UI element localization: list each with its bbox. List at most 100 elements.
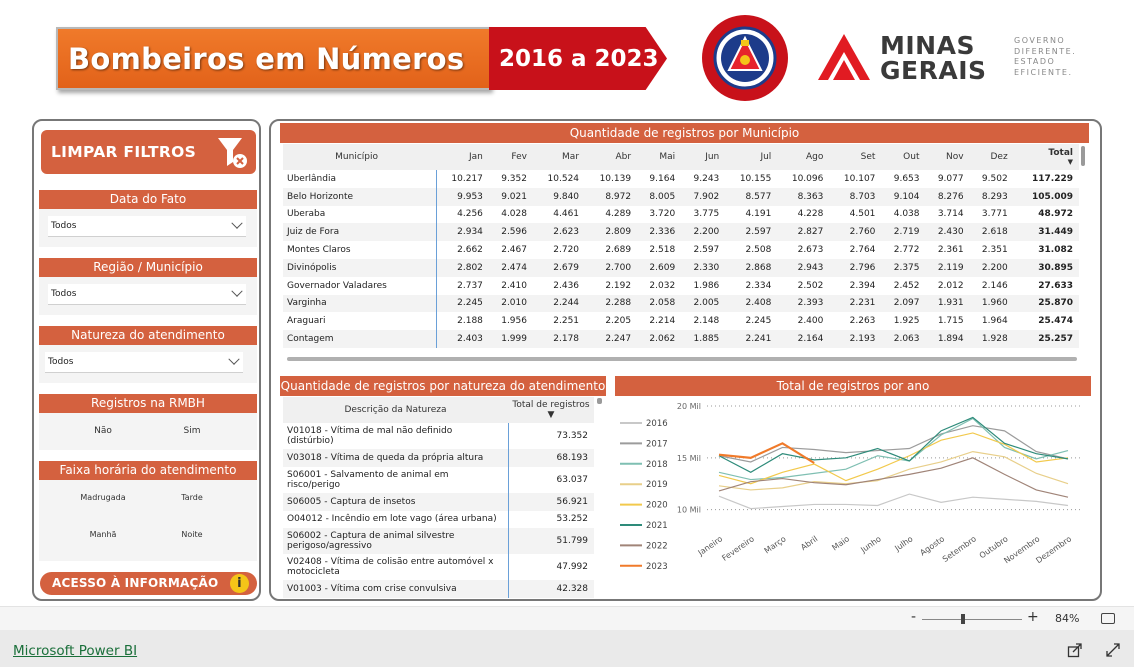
total-column-header[interactable]: Total de registros ▼ (508, 397, 594, 423)
series-line-2017[interactable] (718, 425, 1069, 463)
value-cell: 2.720 (553, 245, 580, 256)
table-row[interactable]: Governador Valadares 2.737 2.410 2.436 2.192… (283, 276, 1079, 295)
municipio-column-header[interactable]: Fev (488, 144, 533, 170)
municipio-cell: Divinópolis (283, 258, 437, 277)
series-line-2016[interactable] (718, 493, 1069, 510)
minas-gerais-tagline: GOVERNO DIFERENTE. ESTADO EFICIENTE. (1014, 36, 1077, 77)
x-tick-label: Junho (858, 534, 882, 555)
date-dropdown-value: Todos (51, 221, 77, 231)
table-row[interactable]: V01003 - Vítima com crise convulsiva 42.3… (283, 580, 594, 599)
x-tick-label: Março (763, 534, 788, 555)
table-row[interactable]: V02408 - Vítima de colisão entre automóv… (283, 554, 594, 581)
legend-label[interactable]: 2018 (646, 460, 668, 470)
municipio-column-header[interactable]: Total ▼ (1013, 144, 1079, 170)
table-row[interactable]: Montes Claros 2.662 2.467 2.720 2.689 2.518 2.… (283, 241, 1079, 259)
legend-label[interactable]: 2020 (646, 501, 668, 511)
value-cell: 2.148 (693, 316, 720, 327)
value-cell: 2.214 (649, 316, 676, 327)
table-row[interactable]: Varginha 2.245 2.010 2.244 2.288 2.058 2.005 2.… (283, 294, 1079, 313)
table-row[interactable]: Divinópolis 2.802 2.474 2.679 2.700 2.609 2.33… (283, 258, 1079, 277)
zoom-slider-thumb[interactable] (961, 614, 965, 624)
municipio-column-header[interactable]: Out (881, 144, 926, 170)
series-line-2023[interactable] (718, 442, 815, 464)
legend-label[interactable]: 2016 (646, 419, 668, 429)
municipio-column-header[interactable]: Ago (777, 144, 830, 170)
x-tick-label: Fevereiro (720, 534, 756, 563)
zoom-out-button[interactable]: - (911, 609, 916, 625)
time-option-noite[interactable]: Noite (152, 530, 232, 539)
x-tick-label: Janeiro (696, 534, 725, 558)
natureza-cell: S06005 - Captura de insetos (283, 492, 508, 511)
zoom-slider[interactable] (922, 619, 1022, 620)
natureza-scrollbar[interactable] (597, 398, 602, 404)
municipio-column-header[interactable]: Nov (925, 144, 970, 170)
value-cell: 2.597 (725, 223, 778, 242)
table-row[interactable]: Araguari 2.188 1.956 2.251 2.205 2.214 2.148 2.… (283, 312, 1079, 331)
municipio-column-header[interactable]: Abr (585, 144, 638, 170)
nature-dropdown[interactable]: Todos (45, 352, 243, 373)
legend-label[interactable]: 2021 (646, 521, 668, 531)
table-row[interactable]: Contagem 2.403 1.999 2.178 2.247 2.062 1.885 2.… (283, 330, 1079, 348)
rmbh-option-sim[interactable]: Sim (152, 426, 232, 436)
share-icon[interactable] (1067, 642, 1083, 658)
table-row[interactable]: S06005 - Captura de insetos 56.921 (283, 492, 594, 511)
legend-label[interactable]: 2023 (646, 562, 668, 572)
table-row[interactable]: O04012 - Incêndio em lote vago (área urb… (283, 510, 594, 529)
value-cell: 2.689 (605, 245, 632, 256)
table-row[interactable]: Uberaba 4.256 4.028 4.461 4.289 3.720 3.775 4.1… (283, 205, 1079, 224)
time-option-tarde[interactable]: Tarde (152, 493, 232, 502)
power-bi-link[interactable]: Microsoft Power BI (13, 643, 137, 659)
horizontal-scrollbar[interactable] (287, 357, 1077, 361)
legend-label[interactable]: 2019 (646, 480, 668, 490)
value-cell: 1.885 (681, 330, 726, 348)
municipio-column-header[interactable]: Mai (637, 144, 682, 170)
value-cell: 25.474 (1038, 316, 1073, 327)
date-slicer: Todos (39, 209, 257, 247)
legend-label[interactable]: 2022 (646, 541, 668, 551)
rmbh-option-nao[interactable]: Não (63, 426, 143, 436)
municipio-column-header[interactable]: Jul (725, 144, 778, 170)
legend-label[interactable]: 2017 (646, 439, 668, 449)
value-cell: 10.139 (599, 173, 632, 184)
vertical-scrollbar[interactable] (1081, 146, 1085, 166)
value-cell: 2.809 (585, 223, 638, 242)
value-cell: 1.894 (925, 330, 970, 348)
table-row[interactable]: S06002 - Captura de animal silvestre per… (283, 528, 594, 555)
zoom-in-button[interactable]: + (1027, 609, 1039, 625)
date-dropdown[interactable]: Todos (48, 216, 246, 237)
table-row[interactable]: S06001 - Salvamento de animal em risco/p… (283, 466, 594, 493)
line-chart: 20 Mil 15 Mil 10 Mil JaneiroFevereiro Março A… (620, 402, 1080, 572)
municipio-column-header[interactable]: Jun (681, 144, 726, 170)
table-row[interactable]: Juiz de Fora 2.934 2.596 2.623 2.809 2.336 2.2… (283, 223, 1079, 242)
period-box: 2016 a 2023 (489, 27, 667, 90)
value-cell: 10.107 (843, 173, 876, 184)
municipio-column-header[interactable]: Mar (532, 144, 586, 170)
fullscreen-icon[interactable] (1105, 642, 1121, 658)
municipio-column-header[interactable]: Set (829, 144, 882, 170)
time-option-manha[interactable]: Manhã (63, 530, 143, 539)
value-cell: 3.714 (937, 209, 964, 220)
municipio-column-header[interactable]: Dez (969, 144, 1014, 170)
value-cell: 25.257 (1013, 330, 1079, 348)
table-row[interactable]: V03018 - Vítima de queda da própria altu… (283, 449, 594, 467)
value-cell: 10.217 (451, 173, 483, 184)
municipio-column-header[interactable]: Jan (436, 144, 489, 170)
clear-filters-button[interactable]: LIMPAR FILTROS (41, 130, 256, 174)
access-information-button[interactable]: ACESSO À INFORMAÇÃO i (40, 572, 257, 595)
fit-to-page-icon[interactable] (1101, 613, 1115, 624)
value-cell: 4.256 (457, 209, 483, 220)
natureza-cell: V01018 - Vítima de mal não definido (dis… (287, 426, 453, 446)
series-line-2021[interactable] (718, 416, 1069, 474)
series-line-2022[interactable] (718, 457, 1069, 498)
municipio-column-header[interactable]: Município (283, 144, 437, 170)
natureza-column-header[interactable]: Descrição da Natureza (283, 397, 508, 423)
title-box: Bombeiros em Números (56, 27, 491, 90)
table-row[interactable]: Uberlândia 10.217 9.352 10.524 10.139 9.164 9.… (283, 170, 1079, 188)
time-option-madrugada[interactable]: Madrugada (63, 493, 143, 502)
value-cell: 9.352 (501, 173, 527, 184)
value-cell: 2.193 (829, 330, 882, 348)
region-dropdown[interactable]: Todos (48, 284, 246, 305)
value-cell: 2.737 (457, 280, 483, 291)
table-row[interactable]: Belo Horizonte 9.953 9.021 9.840 8.972 8.005 7… (283, 187, 1079, 206)
table-row[interactable]: V01018 - Vítima de mal não definido (dis… (283, 423, 594, 449)
